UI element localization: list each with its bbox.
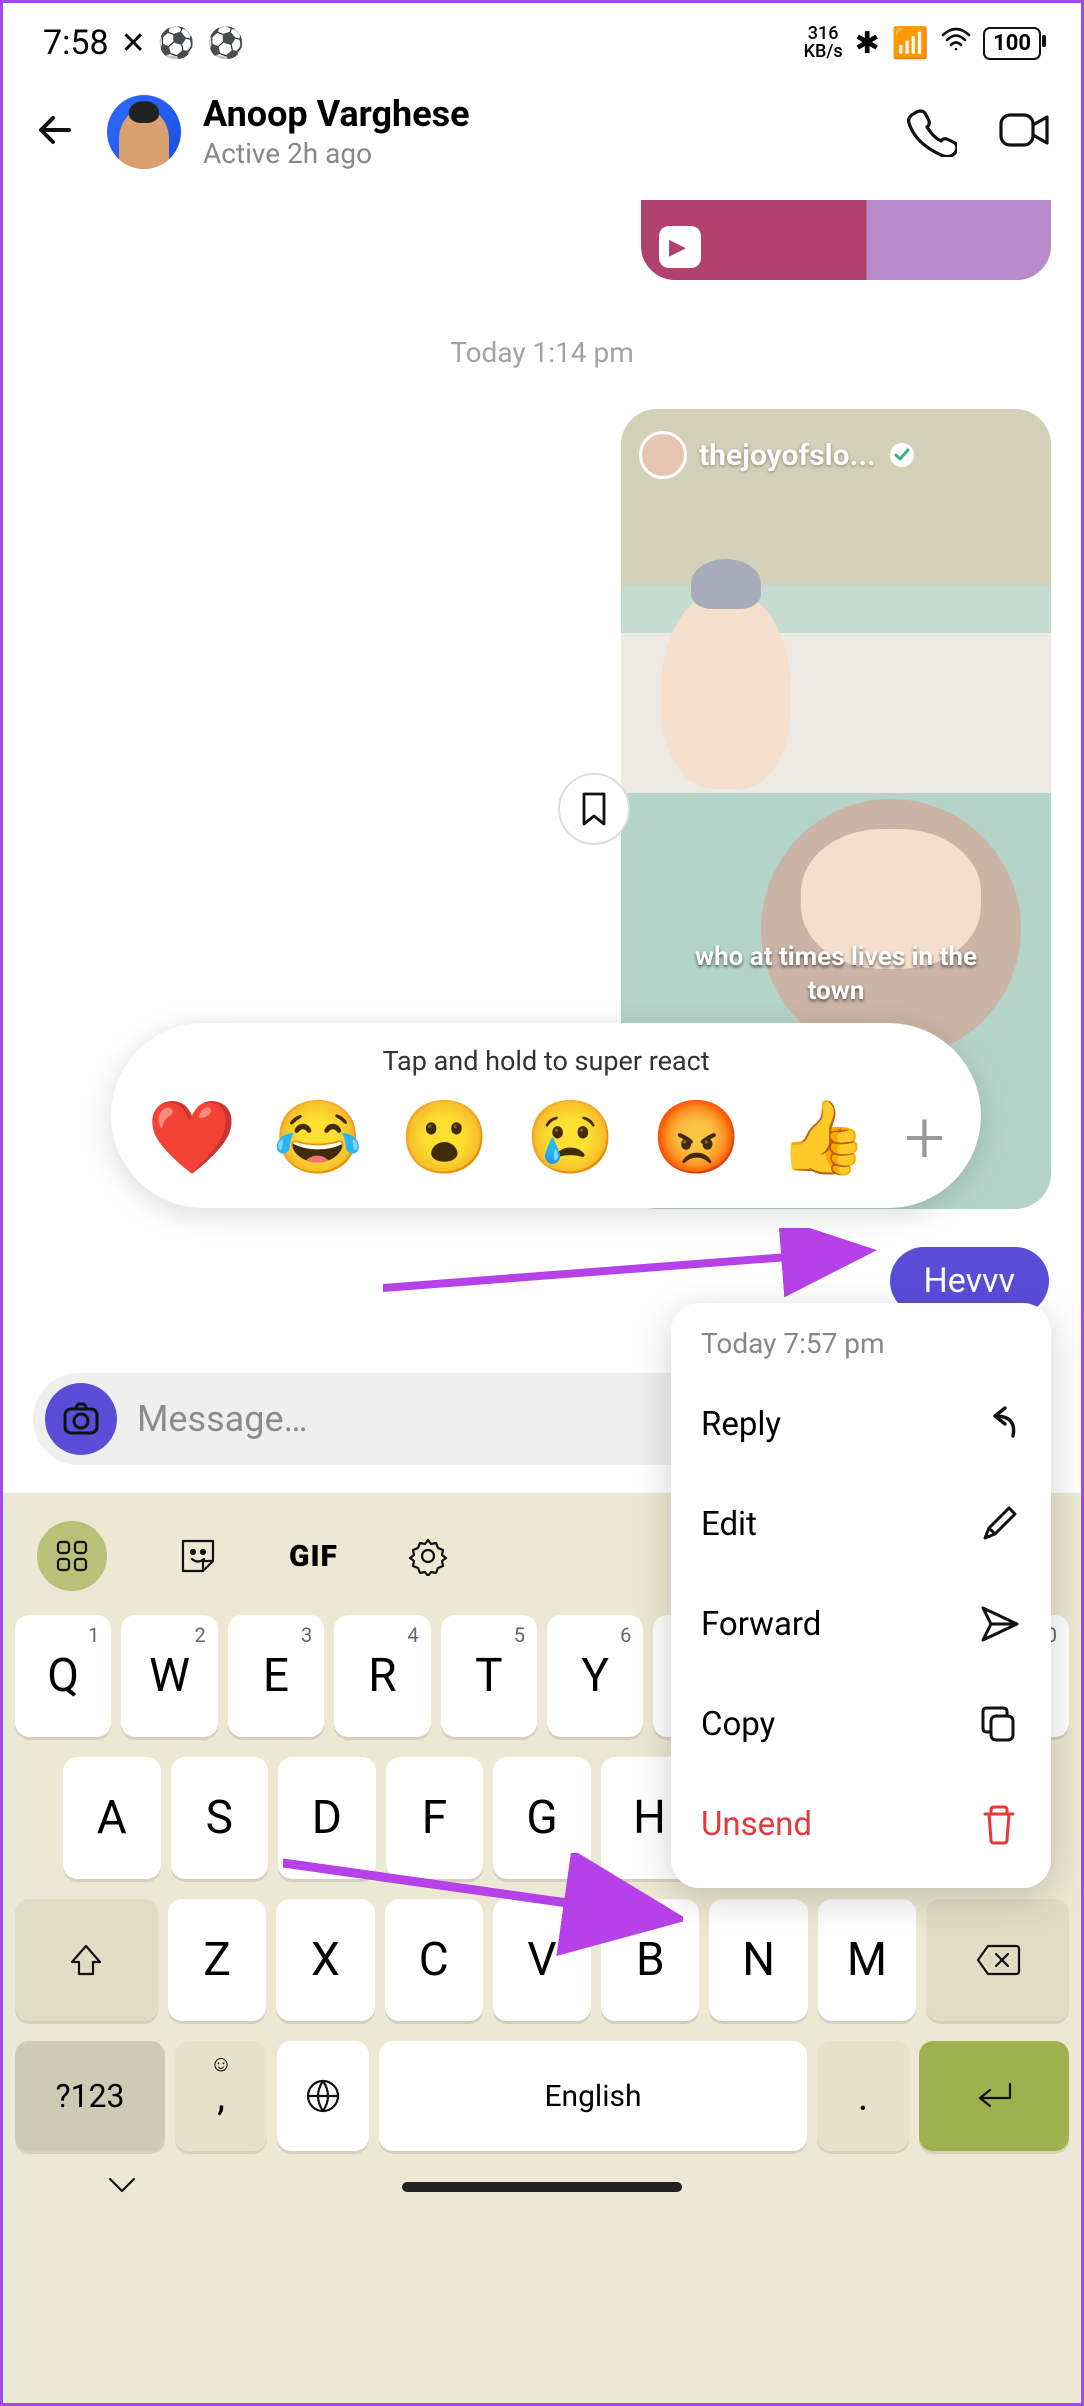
contact-name[interactable]: Anoop Varghese xyxy=(203,93,881,135)
kb-apps-button[interactable] xyxy=(37,1521,107,1591)
trash-icon xyxy=(977,1802,1021,1846)
nav-bar xyxy=(3,2171,1081,2215)
video-call-button[interactable] xyxy=(997,103,1051,161)
copy-icon xyxy=(977,1702,1021,1746)
back-button[interactable] xyxy=(33,104,85,160)
reaction-sad[interactable]: 😢 xyxy=(526,1095,616,1180)
battery-icon: 100 xyxy=(983,27,1041,60)
key-language[interactable] xyxy=(277,2041,369,2151)
no-sim-icon: ✕ xyxy=(121,26,146,61)
reaction-thumbsup[interactable]: 👍 xyxy=(778,1095,868,1180)
key-m[interactable]: M xyxy=(818,1899,916,2021)
signal-icon: 📶 xyxy=(892,26,929,61)
reply-icon xyxy=(977,1402,1021,1446)
key-e[interactable]: E3 xyxy=(228,1615,324,1737)
context-forward[interactable]: Forward xyxy=(701,1574,1021,1674)
pencil-icon xyxy=(977,1502,1021,1546)
key-z[interactable]: Z xyxy=(168,1899,266,2021)
kb-gif-button[interactable]: GIF xyxy=(289,1539,338,1574)
key-t[interactable]: T5 xyxy=(441,1615,537,1737)
reaction-laugh[interactable]: 😂 xyxy=(273,1095,363,1180)
football-icon: ⚽ xyxy=(158,26,195,61)
send-icon xyxy=(977,1602,1021,1646)
key-a[interactable]: A xyxy=(63,1757,161,1879)
key-symbols[interactable]: ?123 xyxy=(15,2041,165,2151)
reaction-bar: Tap and hold to super react ❤️ 😂 😮 😢 😡 👍… xyxy=(111,1023,981,1208)
key-comma[interactable]: ☺, xyxy=(175,2041,267,2151)
kb-settings-button[interactable] xyxy=(408,1536,448,1576)
story-caption: who at times lives in the town xyxy=(621,941,1051,1009)
key-g[interactable]: G xyxy=(493,1757,591,1879)
context-edit[interactable]: Edit xyxy=(701,1474,1021,1574)
message-context-menu: Today 7:57 pm Reply Edit Forward Copy Un… xyxy=(671,1303,1051,1888)
message-input[interactable]: Message… xyxy=(137,1398,308,1440)
context-reply[interactable]: Reply xyxy=(701,1374,1021,1474)
contact-status: Active 2h ago xyxy=(203,137,881,170)
key-v[interactable]: V xyxy=(493,1899,591,2021)
key-b[interactable]: B xyxy=(601,1899,699,2021)
reaction-hint: Tap and hold to super react xyxy=(141,1045,951,1077)
status-time: 7:58 xyxy=(43,23,109,63)
avatar[interactable] xyxy=(107,95,181,169)
annotation-arrow-1 xyxy=(383,1228,883,1308)
verified-icon xyxy=(888,441,916,469)
nav-collapse-icon[interactable] xyxy=(102,2171,142,2203)
key-w[interactable]: W2 xyxy=(121,1615,217,1737)
football-icon-2: ⚽ xyxy=(207,26,244,61)
story-avatar xyxy=(639,431,687,479)
audio-call-button[interactable] xyxy=(903,103,957,161)
wifi-icon xyxy=(941,26,971,61)
key-q[interactable]: Q1 xyxy=(15,1615,111,1737)
key-s[interactable]: S xyxy=(171,1757,269,1879)
key-y[interactable]: Y6 xyxy=(547,1615,643,1737)
story-username: thejoyofslo... xyxy=(699,438,876,473)
emoji-mini-icon: ☺ xyxy=(210,2051,232,2077)
key-backspace[interactable] xyxy=(926,1899,1069,2021)
reaction-angry[interactable]: 😡 xyxy=(652,1095,742,1180)
key-period[interactable]: . xyxy=(817,2041,909,2151)
timestamp-divider: Today 1:14 pm xyxy=(33,336,1051,369)
key-shift[interactable] xyxy=(15,1899,158,2021)
key-x[interactable]: X xyxy=(276,1899,374,2021)
context-copy[interactable]: Copy xyxy=(701,1674,1021,1774)
camera-button[interactable] xyxy=(45,1383,117,1455)
key-f[interactable]: F xyxy=(386,1757,484,1879)
key-enter[interactable] xyxy=(919,2041,1069,2151)
shared-media-preview[interactable] xyxy=(641,200,1051,280)
status-bar: 7:58 ✕ ⚽ ⚽ 316 KB/s ✱ 📶 100 xyxy=(3,3,1081,73)
key-c[interactable]: C xyxy=(385,1899,483,2021)
key-d[interactable]: D xyxy=(278,1757,376,1879)
bluetooth-icon: ✱ xyxy=(855,26,880,61)
reaction-add-button[interactable]: + xyxy=(904,1095,945,1180)
chat-header: Anoop Varghese Active 2h ago xyxy=(3,73,1081,200)
context-menu-time: Today 7:57 pm xyxy=(701,1327,1021,1360)
reaction-heart[interactable]: ❤️ xyxy=(147,1095,237,1180)
reaction-wow[interactable]: 😮 xyxy=(399,1095,489,1180)
bookmark-button[interactable] xyxy=(558,773,630,845)
key-space[interactable]: English xyxy=(379,2041,807,2151)
net-speed: 316 KB/s xyxy=(804,25,843,61)
key-n[interactable]: N xyxy=(709,1899,807,2021)
key-r[interactable]: R4 xyxy=(334,1615,430,1737)
kb-sticker-button[interactable] xyxy=(177,1535,219,1577)
context-unsend[interactable]: Unsend xyxy=(701,1774,1021,1874)
nav-handle[interactable] xyxy=(402,2182,682,2192)
